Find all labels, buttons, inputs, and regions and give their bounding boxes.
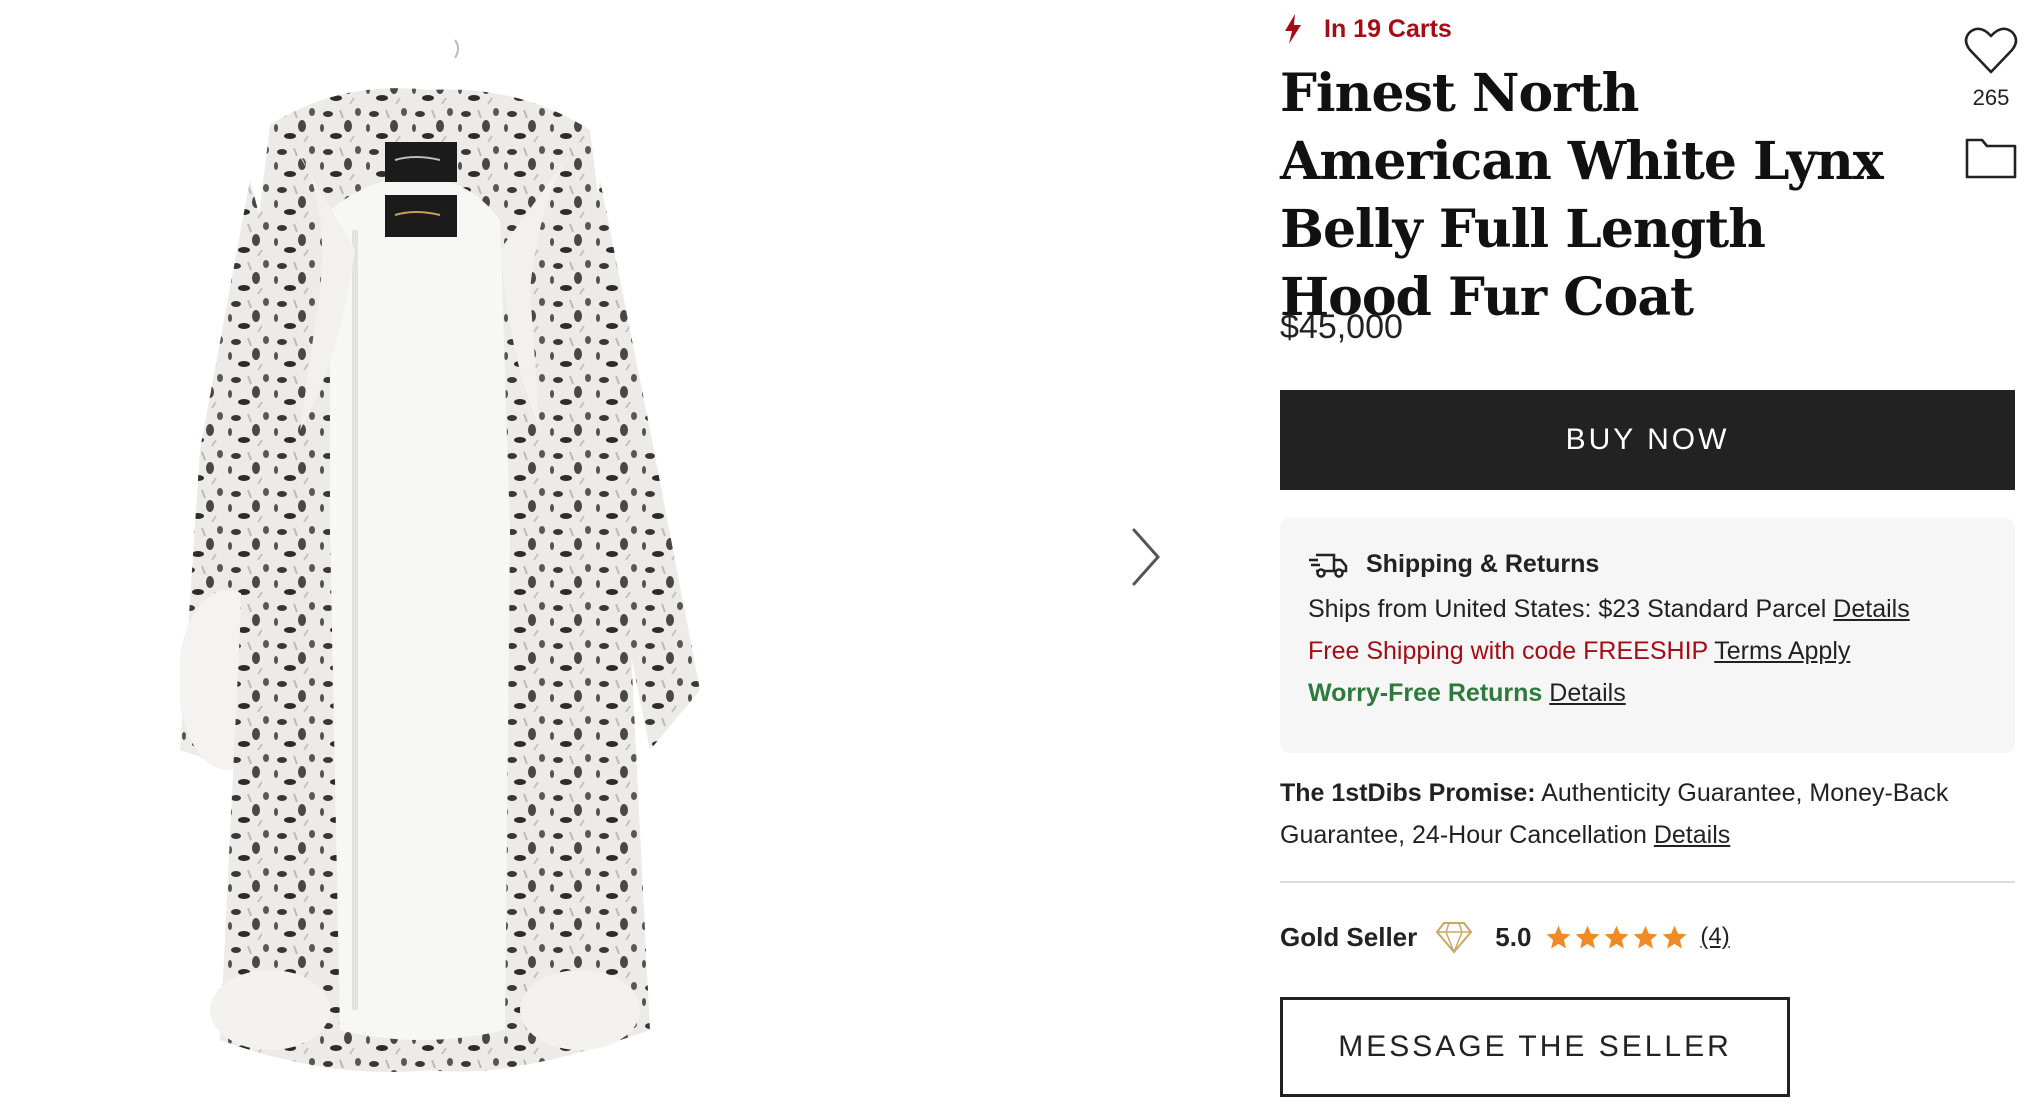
returns-text: Worry-Free Returns: [1308, 679, 1543, 707]
product-price: $45,000: [1280, 308, 1403, 346]
message-seller-button[interactable]: MESSAGE THE SELLER: [1280, 997, 1790, 1097]
heart-icon[interactable]: [1964, 26, 2018, 76]
favorite-widget: 265: [1962, 26, 2020, 111]
shipping-heading: Shipping & Returns: [1308, 550, 1987, 579]
ships-from-line: Ships from United States: $23 Standard P…: [1308, 596, 1987, 622]
seller-rating: 5.0: [1495, 921, 1532, 952]
shipping-heading-text: Shipping & Returns: [1366, 550, 1600, 578]
shipping-returns-box: Shipping & Returns Ships from United Sta…: [1280, 518, 2015, 753]
star-icon: [1546, 925, 1571, 949]
star-rating: [1545, 924, 1690, 951]
star-icon: [1633, 925, 1658, 949]
ships-from-text: Ships from United States: $23 Standard P…: [1308, 595, 1827, 623]
star-icon: [1575, 925, 1600, 949]
star-icon: [1604, 925, 1629, 949]
image-gallery: [0, 0, 1230, 1116]
truck-icon: [1309, 553, 1348, 578]
free-shipping-line: Free Shipping with code FREESHIP Terms A…: [1308, 638, 1987, 664]
product-title: Finest North American White Lynx Belly F…: [1280, 63, 1884, 328]
carts-indicator: In 19 Carts: [1284, 14, 1452, 44]
favorites-count: 265: [1972, 85, 2010, 110]
seller-tier: Gold Seller: [1280, 921, 1418, 952]
carts-text: In 19 Carts: [1324, 14, 1452, 43]
star-icon: [1662, 925, 1687, 949]
buy-now-button[interactable]: BUY NOW: [1280, 390, 2015, 490]
seller-rating-row: Gold Seller 5.0 (4): [1280, 920, 1730, 954]
folder-icon[interactable]: [1964, 134, 2018, 180]
chevron-right-icon[interactable]: [1120, 522, 1170, 592]
free-shipping-text: Free Shipping with code FREESHIP: [1308, 637, 1708, 665]
lightning-bolt-icon: [1285, 14, 1301, 44]
reviews-link[interactable]: (4): [1700, 923, 1729, 951]
shipping-details-link[interactable]: Details: [1833, 595, 1909, 623]
product-image[interactable]: [180, 30, 700, 1090]
divider: [1280, 881, 2015, 883]
product-details-panel: In 19 Carts Finest North American White …: [1280, 0, 2018, 1116]
returns-line: Worry-Free Returns Details: [1308, 680, 1987, 706]
promise-section: The 1stDibs Promise: Authenticity Guaran…: [1280, 772, 2020, 856]
promise-details-link[interactable]: Details: [1654, 821, 1730, 849]
promise-label: The 1stDibs Promise:: [1280, 779, 1536, 807]
diamond-icon: [1435, 922, 1473, 954]
terms-apply-link[interactable]: Terms Apply: [1714, 637, 1850, 665]
returns-details-link[interactable]: Details: [1549, 679, 1625, 707]
